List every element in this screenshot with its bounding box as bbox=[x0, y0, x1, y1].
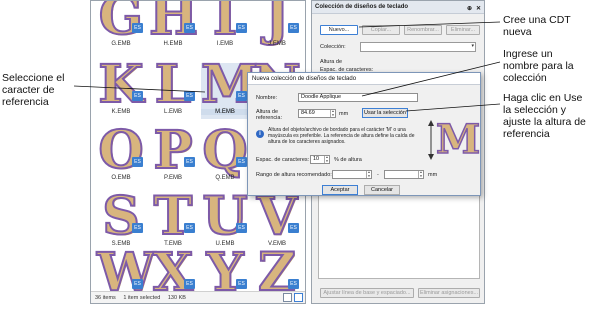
es-file-badge-icon: ES bbox=[184, 91, 195, 101]
ok-button[interactable]: Aceptar bbox=[322, 185, 358, 195]
spacing-unit: % de altura bbox=[334, 157, 362, 163]
docker-title: Colección de diseños de teclado ⊕ ✕ bbox=[312, 1, 484, 14]
es-file-badge-icon: ES bbox=[236, 23, 247, 33]
file-name: H.EMB bbox=[163, 41, 183, 47]
name-label: Nombre: bbox=[256, 95, 278, 101]
copy-collection-button[interactable]: Copiar... bbox=[362, 25, 400, 35]
letter-thumbnail: G bbox=[98, 0, 144, 47]
details-view-button[interactable] bbox=[283, 293, 292, 302]
es-file-badge-icon: ES bbox=[184, 223, 195, 233]
callout-create: Cree una CDT nueva bbox=[503, 14, 571, 38]
info-text: Altura del objeto/archivo de bordado par… bbox=[268, 127, 415, 145]
spacing-input[interactable]: 10 ▲ ▼ bbox=[310, 155, 330, 164]
thumbnail-view-button[interactable] bbox=[294, 293, 303, 302]
remove-assignments-button[interactable]: Eliminar asignaciones... bbox=[418, 288, 480, 298]
es-file-badge-icon: ES bbox=[132, 23, 143, 33]
callout-name: Ingrese un nombre para la colección bbox=[503, 48, 574, 84]
es-file-badge-icon: ES bbox=[288, 279, 299, 289]
delete-collection-button[interactable]: Eliminar... bbox=[446, 25, 480, 35]
letter-tile[interactable]: K ES K.EMB bbox=[97, 58, 145, 119]
use-selection-button[interactable]: Usar la selección bbox=[362, 108, 408, 118]
spinner-icon[interactable]: ▲ ▼ bbox=[418, 170, 423, 178]
file-name: L.EMB bbox=[163, 109, 182, 115]
callout-select-reference: Seleccione el caracter de referencia bbox=[2, 72, 65, 108]
cancel-button[interactable]: Cancelar bbox=[364, 185, 400, 195]
collection-label: Colección: bbox=[320, 44, 346, 50]
range-max-input[interactable]: ▲ ▼ bbox=[384, 170, 424, 179]
spinner-icon[interactable]: ▲ ▼ bbox=[330, 109, 335, 117]
range-label: Rango de altura recomendado: bbox=[256, 172, 332, 178]
file-name: J.EMB bbox=[268, 41, 286, 47]
name-input[interactable]: Doodle Applique bbox=[298, 93, 418, 102]
letter-tile[interactable]: G ES G.EMB bbox=[97, 0, 145, 51]
es-file-badge-icon: ES bbox=[236, 279, 247, 289]
letter-thumbnail: J bbox=[264, 0, 291, 47]
es-file-badge-icon: ES bbox=[132, 223, 143, 233]
file-name: M.EMB bbox=[201, 109, 249, 115]
letter-thumbnail: I bbox=[212, 0, 238, 47]
preview-letter: M bbox=[435, 115, 481, 164]
dialog-title: Nueva colección de diseños de teclado bbox=[248, 73, 480, 85]
callout-use-selection: Haga clic en Use la selección y ajuste l… bbox=[503, 92, 586, 140]
letter-tile[interactable]: M ES M.EMB bbox=[200, 58, 260, 119]
new-collection-button[interactable]: Nuevo... bbox=[320, 25, 358, 35]
height-label: Altura de bbox=[320, 59, 343, 65]
height-arrow-icon bbox=[428, 120, 434, 160]
letter-thumbnail: H bbox=[148, 0, 199, 47]
reference-height-input[interactable]: 84.69 ▲ ▼ bbox=[298, 109, 336, 118]
letter-tile[interactable]: P ES P.EMB bbox=[149, 124, 197, 185]
es-file-badge-icon: ES bbox=[236, 223, 247, 233]
es-file-badge-icon: ES bbox=[184, 279, 195, 289]
browser-status-bar: 36 items 1 item selected 130 KB bbox=[91, 291, 305, 303]
letter-tile[interactable]: L ES L.EMB bbox=[149, 58, 197, 119]
reference-height-label: Altura de referencia: bbox=[256, 109, 282, 121]
letter-tile[interactable]: H ES H.EMB bbox=[148, 0, 199, 51]
close-icon[interactable]: ✕ bbox=[476, 3, 481, 16]
reference-height-value: 84.69 bbox=[301, 110, 315, 116]
es-file-badge-icon: ES bbox=[288, 23, 299, 33]
es-file-badge-icon: ES bbox=[132, 91, 143, 101]
file-name: K.EMB bbox=[111, 109, 131, 115]
file-name: P.EMB bbox=[164, 175, 182, 181]
es-file-badge-icon: ES bbox=[132, 279, 143, 289]
spinner-icon[interactable]: ▲ ▼ bbox=[324, 155, 329, 163]
range-dash: - bbox=[377, 172, 379, 178]
info-icon: i bbox=[256, 130, 264, 138]
selection-size: 130 KB bbox=[167, 295, 186, 301]
docker-title-text: Colección de diseños de teclado bbox=[315, 4, 409, 10]
es-file-badge-icon: ES bbox=[236, 91, 247, 101]
spacing-value: 10 bbox=[313, 156, 320, 162]
spinner-icon[interactable]: ▲ ▼ bbox=[366, 170, 371, 178]
spacing-label: Espac. de caracteres: bbox=[256, 157, 310, 163]
reference-preview: M bbox=[424, 115, 481, 166]
chevron-down-icon: ▾ bbox=[471, 43, 474, 49]
range-unit: mm bbox=[428, 172, 438, 178]
es-file-badge-icon: ES bbox=[132, 157, 143, 167]
letter-tile[interactable]: Q ES Q.EMB bbox=[201, 124, 249, 185]
letter-tile[interactable]: J ES J.EMB bbox=[253, 0, 301, 51]
letter-tile[interactable]: O ES O.EMB bbox=[97, 124, 145, 185]
file-name: Q.EMB bbox=[215, 175, 235, 181]
file-name: O.EMB bbox=[111, 175, 131, 181]
file-name: I.EMB bbox=[216, 41, 234, 47]
file-name: G.EMB bbox=[111, 41, 131, 47]
selection-count: 1 item selected bbox=[123, 295, 161, 301]
es-file-badge-icon: ES bbox=[288, 223, 299, 233]
pin-icon[interactable]: ⊕ bbox=[467, 3, 472, 16]
letter-tile[interactable]: I ES I.EMB bbox=[201, 0, 249, 51]
range-min-input[interactable]: ▲ ▼ bbox=[332, 170, 372, 179]
es-file-badge-icon: ES bbox=[236, 157, 247, 167]
es-file-badge-icon: ES bbox=[184, 157, 195, 167]
item-count: 36 items bbox=[95, 295, 116, 301]
es-file-badge-icon: ES bbox=[184, 23, 195, 33]
adjust-baseline-button[interactable]: Ajustar línea de base y espaciado... bbox=[320, 288, 414, 298]
new-collection-dialog: Nueva colección de diseños de teclado No… bbox=[247, 72, 481, 196]
character-assignment-list[interactable] bbox=[318, 191, 480, 279]
reference-height-unit: mm bbox=[339, 111, 349, 117]
collection-combo[interactable]: ▾ bbox=[360, 42, 476, 52]
rename-collection-button[interactable]: Renombrar... bbox=[404, 25, 442, 35]
